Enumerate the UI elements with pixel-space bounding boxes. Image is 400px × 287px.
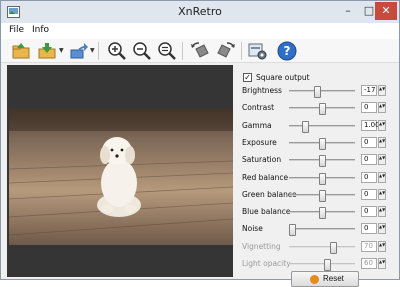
noise-slider[interactable] [289,224,355,237]
noise-slider-thumb[interactable] [289,224,296,237]
menu-info[interactable]: Info [32,25,49,35]
vignetting-slider [289,241,355,254]
slider-row-exposure: Exposure 0 ▲▼ [237,136,395,150]
exposure-spin-arrows-icon[interactable]: ▲▼ [378,136,386,148]
open-icon[interactable] [11,41,31,61]
contrast-spin-arrows-icon[interactable]: ▲▼ [378,102,386,114]
red-balance-label: Red balance [242,172,289,182]
export-icon[interactable] [69,41,89,61]
square-output-checkbox[interactable]: ✓ Square output [243,72,363,84]
rotate-right-icon[interactable] [216,41,236,61]
light-opacity-spinbox: 60 [361,258,377,269]
gamma-slider-thumb[interactable] [301,120,309,133]
gamma-spinbox[interactable]: 1.00 [361,119,380,131]
slider-row-blue-balance: Blue balance 0 ▲▼ [237,205,395,220]
slider-row-gamma: Gamma 1.00 ▲▼ [237,119,395,133]
red-balance-spinbox[interactable]: 0 [361,171,377,183]
contrast-spinbox[interactable]: 0 [361,102,377,114]
green-balance-slider[interactable] [289,189,355,202]
light-opacity-spin-arrows-icon: ▲▼ [378,258,386,269]
zoom-in-icon[interactable] [107,41,127,61]
settings-icon[interactable] [247,41,267,61]
title-bar[interactable]: XnRetro – □ ✕ [1,1,399,23]
rotate-left-icon[interactable] [190,41,210,61]
noise-spinbox[interactable]: 0 [361,223,377,235]
blue-balance-slider[interactable] [289,207,355,220]
saturation-spinbox[interactable]: 0 [361,154,377,166]
red-balance-slider[interactable] [289,172,355,185]
blue-balance-slider-thumb[interactable] [318,207,326,220]
svg-text:?: ? [284,44,291,58]
blue-balance-spinbox[interactable]: 0 [361,206,377,218]
saturation-slider-thumb[interactable] [318,155,326,168]
light-opacity-label: Light opacity [242,259,291,268]
brightness-spin-arrows-icon[interactable]: ▲▼ [378,85,386,96]
contrast-slider-thumb[interactable] [318,103,326,116]
vignetting-label: Vignetting [242,241,281,251]
vignetting-slider-thumb [330,241,338,254]
slider-row-red-balance: Red balance 0 ▲▼ [237,171,395,185]
noise-label: Noise [242,224,263,234]
preview-image [8,109,234,245]
toolbar-separator [98,42,99,60]
app-window: XnRetro – □ ✕ File Info ▼ ▼ ? ✓ Square o… [0,0,400,287]
exposure-spinbox[interactable]: 0 [361,136,377,148]
help-icon[interactable]: ? [277,41,297,61]
brightness-label: Brightness [242,86,282,95]
gamma-slider[interactable] [289,120,355,133]
export-dropdown-icon[interactable]: ▼ [90,47,95,54]
reset-label: Reset [323,274,344,283]
check-icon[interactable]: ✓ [243,73,252,82]
vignetting-spin-arrows-icon: ▲▼ [378,240,386,252]
square-output-label: Square output [256,73,310,82]
slider-row-contrast: Contrast 0 ▲▼ [237,101,395,116]
slider-row-saturation: Saturation 0 ▲▼ [237,153,395,168]
green-balance-spinbox[interactable]: 0 [361,188,377,200]
save-dropdown-icon[interactable]: ▼ [59,47,64,54]
saturation-label: Saturation [242,155,282,165]
saturation-spin-arrows-icon[interactable]: ▲▼ [378,154,386,166]
light-opacity-slider-thumb [324,259,332,271]
blue-balance-spin-arrows-icon[interactable]: ▲▼ [378,206,386,218]
brightness-slider-thumb[interactable] [313,86,321,98]
contrast-label: Contrast [242,103,275,113]
vignetting-spinbox: 70 [361,240,377,252]
gamma-spin-arrows-icon[interactable]: ▲▼ [378,119,386,131]
minimize-button[interactable]: – [337,2,359,20]
red-balance-spin-arrows-icon[interactable]: ▲▼ [378,171,386,183]
reset-button[interactable]: Reset [291,271,359,287]
save-icon[interactable] [37,41,57,61]
brightness-spinbox[interactable]: -17 [361,85,377,96]
green-balance-spin-arrows-icon[interactable]: ▲▼ [378,188,386,200]
gamma-label: Gamma [242,120,272,130]
slider-row-light-opacity: Light opacity 60 ▲▼ [237,257,395,271]
exposure-slider[interactable] [289,137,355,150]
brightness-slider[interactable] [289,86,355,98]
red-balance-slider-thumb[interactable] [318,172,326,185]
zoom-out-icon[interactable] [132,41,152,61]
blue-balance-label: Blue balance [242,207,291,217]
slider-row-vignetting: Vignetting 70 ▲▼ [237,240,395,254]
slider-row-brightness: Brightness -17 ▲▼ [237,84,395,98]
light-opacity-slider [289,259,355,271]
slider-row-green-balance: Green balance 0 ▲▼ [237,188,395,202]
menu-bar: File Info [1,23,399,39]
toolbar-separator [241,42,242,60]
contrast-slider[interactable] [289,103,355,116]
noise-spin-arrows-icon[interactable]: ▲▼ [378,223,386,235]
zoom-fit-icon[interactable] [157,41,177,61]
toolbar-separator [182,42,183,60]
toolbar: ▼ ▼ ? [1,39,399,63]
exposure-label: Exposure [242,137,277,147]
adjustment-panel: ✓ Square output Brightness -17 ▲▼ Contrast 0… [237,65,395,287]
slider-row-noise: Noise 0 ▲▼ [237,222,395,237]
saturation-slider[interactable] [289,155,355,168]
green-balance-slider-thumb[interactable] [318,189,326,202]
exposure-slider-thumb[interactable] [318,137,326,150]
close-button[interactable]: ✕ [375,2,397,20]
menu-file[interactable]: File [9,25,24,35]
